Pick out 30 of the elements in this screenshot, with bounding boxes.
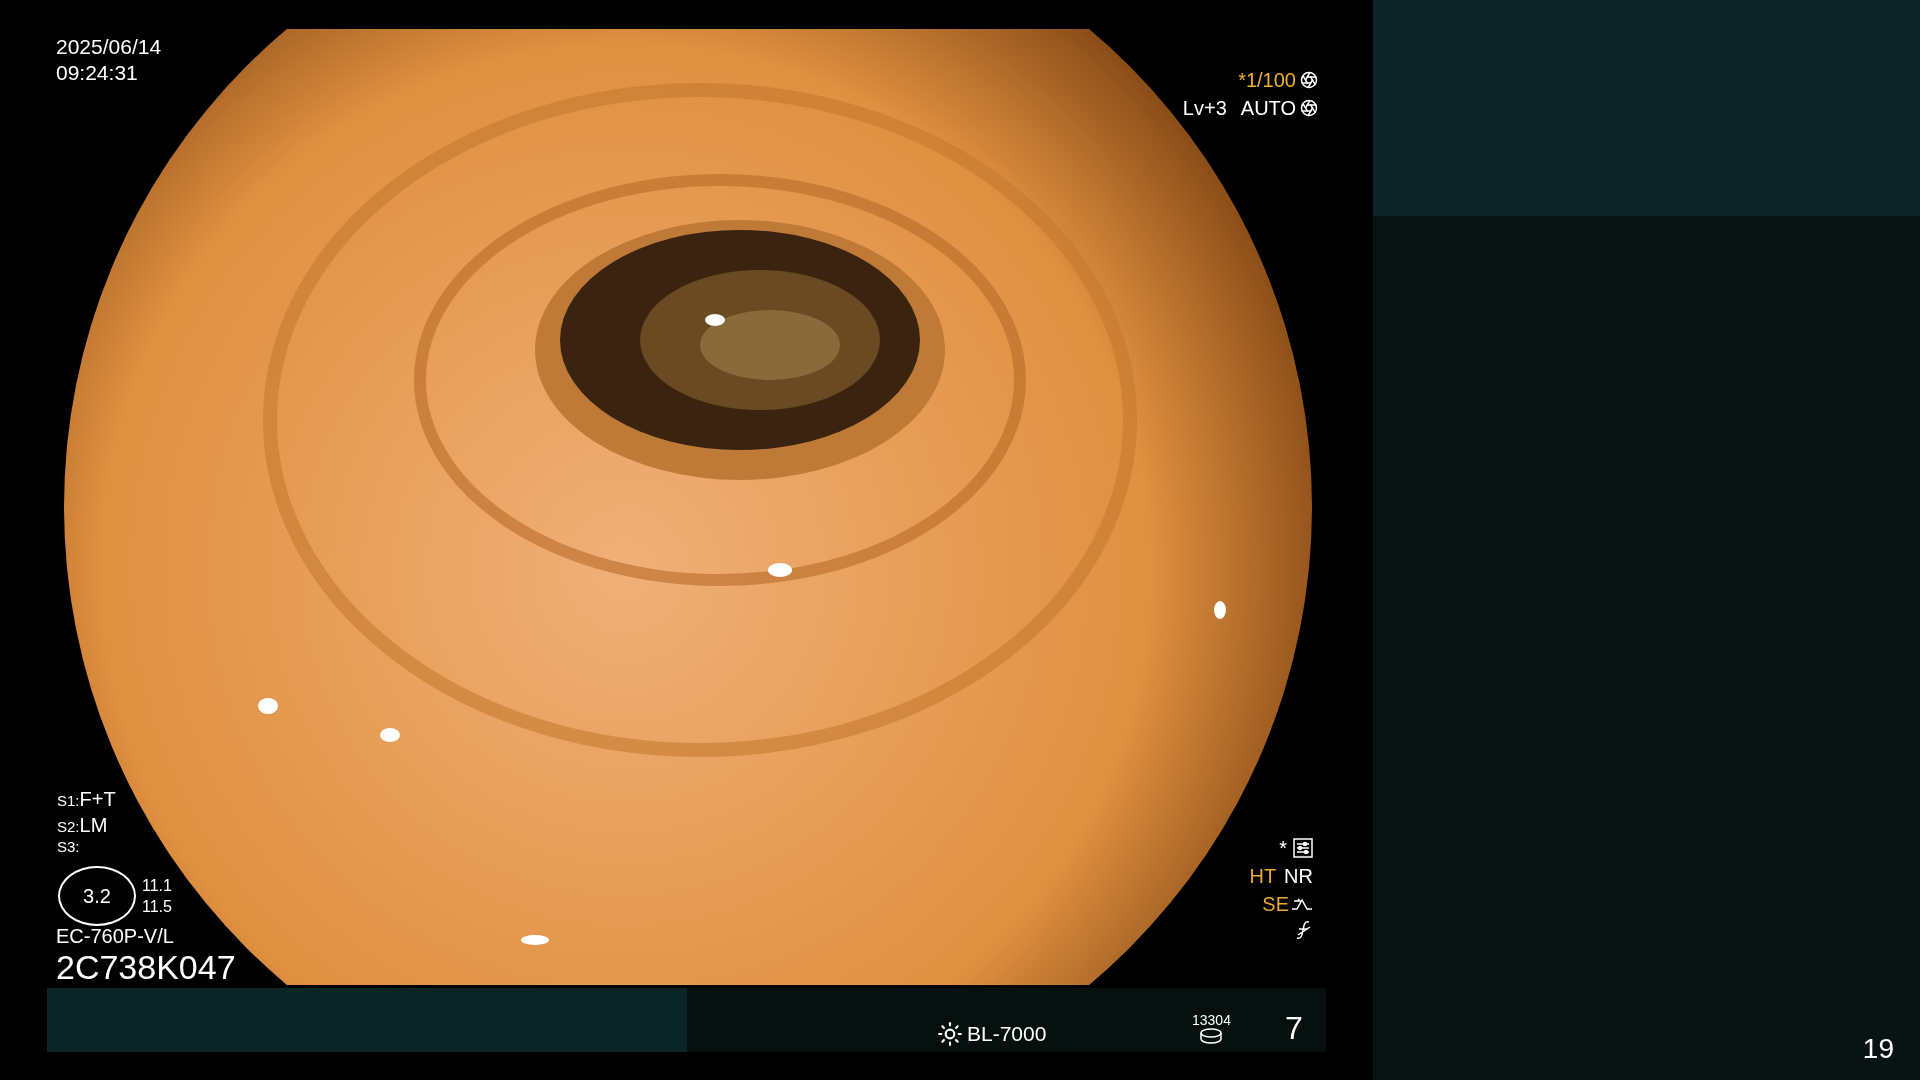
enhancement-label: SE xyxy=(1262,892,1289,916)
counter-text: 13304 xyxy=(1192,1012,1231,1028)
light-level-text: Lv+3 xyxy=(1182,96,1227,120)
gauge-reading: 11.1 xyxy=(142,876,172,896)
scope-serial: 2C738K047 xyxy=(56,948,236,986)
switch-value: F+T xyxy=(79,787,116,812)
image-number: 7 xyxy=(1285,1010,1303,1046)
aperture-icon xyxy=(1300,99,1318,117)
setting-label: NR xyxy=(1284,864,1313,888)
switch-label: S3: xyxy=(57,837,80,857)
filter-icon xyxy=(1295,920,1313,940)
light-source-text: BL-7000 xyxy=(967,1021,1047,1047)
curve-icon xyxy=(1291,895,1313,913)
time-text: 09:24:31 xyxy=(56,60,139,86)
mark-text: * xyxy=(1279,836,1287,860)
aperture-icon xyxy=(1300,71,1318,89)
gauge-value: 3.2 xyxy=(83,884,111,909)
sliders-icon xyxy=(1293,838,1313,858)
disk-icon xyxy=(1199,1028,1224,1044)
setting-label: HT xyxy=(1249,864,1277,888)
switch-label: S1: xyxy=(57,791,80,811)
shutter-speed-text: *1/100 xyxy=(1238,68,1296,92)
switch-label: S2: xyxy=(57,817,80,837)
scope-model: EC-760P-V/L xyxy=(56,924,175,948)
page-number: 19 xyxy=(1862,1032,1894,1066)
date-text: 2025/06/14 xyxy=(56,34,162,60)
mode-text: AUTO xyxy=(1240,96,1296,120)
switch-value: LM xyxy=(79,813,108,838)
lamp-icon xyxy=(937,1020,963,1047)
gauge-reading: 11.5 xyxy=(142,897,172,917)
